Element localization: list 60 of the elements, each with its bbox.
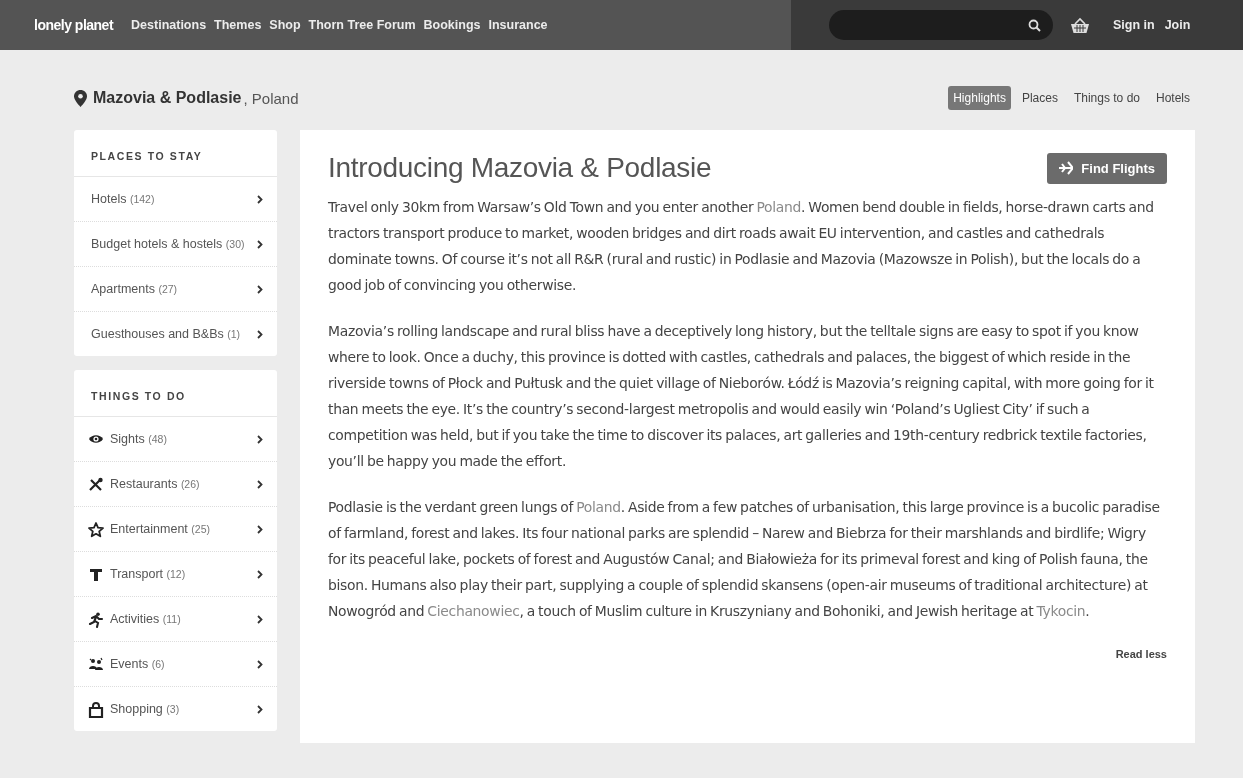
paragraph: Mazovia’s rolling landscape and rural bliss have a deceptively long history, but the telltale signs are easy to spot if you know where to look. Once a duchy, this province is dotted with castles, cathedrals and palaces, the biggest of which reside in the riverside towns of Płock and Pułtusk and the quiet village of Nieborów. Łódź is Mazovia’s reigning capital, with more going for it than meets the eye. It’s the country’s second-largest metropolis and would easily win ‘Poland’s Ugliest City’ if such a competition was held, but if you take the time to discover its palaces, art galleries and 19th-century redbrick textile factories, you’ll be happy you made the effort. [328,322,1155,471]
paragraph: Podlasie is the verdant green lungs of Poland. Aside from a few patches of urbanisation, this large province is a bucolic paradise of farmland, forest and lakes. Its four national parks are splendid – Narew and Biebrza for their marshlands and birdlife; Wigry for its peaceful lake, pockets of forest and Augustów Canal; and Białowieża for its primeval forest and king of Polish fauna, the bison. Humans also play their part, supplying a couple of splendid skansens (open-air museums of traditional architecture) at Nowogród and Ciechanowiec, a touch of Muslim culture in Kruszyniany and Bohoniki, and Jewish heritage at Tykocin. [328,498,1161,621]
sidebar-item[interactable]: Transport (12) [74,552,277,597]
place-link[interactable]: Tykocin [1036,603,1086,619]
tab[interactable]: Hotels [1151,86,1195,110]
region-name: Mazovia & Podlasie [93,89,242,107]
sidebar-item[interactable]: Events (6) [74,642,277,687]
tab[interactable]: Highlights [948,86,1011,110]
sidebar-item[interactable]: Restaurants (26) [74,462,277,507]
chevron-icon [257,525,263,534]
nav-link[interactable]: Insurance [488,18,548,32]
chevron-icon [257,240,263,249]
sidebar-item[interactable]: Shopping (3) [74,687,277,731]
sidebar-item[interactable]: Guesthouses and B&Bs (1) [74,312,277,356]
chevron-icon [257,660,263,669]
chevron-icon [257,615,263,624]
sidebar-item[interactable]: Sights (48) [74,417,277,462]
read-less-link[interactable]: Read less [1115,648,1167,660]
section-heading: THINGS TO DO [74,370,277,417]
chevron-icon [257,330,263,339]
basket-icon[interactable] [1069,16,1091,34]
chevron-icon [257,570,263,579]
logo[interactable]: lonely planet [34,17,114,33]
place-link[interactable]: Ciechanowiec [427,603,520,619]
runner-icon [88,612,104,628]
place-link[interactable]: Poland [756,199,802,215]
chevron-icon [257,480,263,489]
nav-link[interactable]: Bookings [423,18,481,32]
place-link[interactable]: Poland [576,499,621,515]
sidebar-item[interactable]: Activities (11) [74,597,277,642]
cutlery-icon [88,477,104,493]
nav-link[interactable]: Destinations [131,18,207,32]
sidebar-item[interactable]: Apartments (27) [74,267,277,312]
paragraph: Travel only 30km from Warsaw’s Old Town and you enter another Poland. Women bend double in fields, horse-drawn carts and tractors transport produce to market, wooden bridges and dirt roads await EU intervention, and castles and cathedrals dominate towns. Of course it’s not all R&R (rural and rustic) in Podlasie and Mazovia (Mazowsze in Polish), but the locals do a good job of convincing you otherwise. [328,198,1155,295]
tab[interactable]: Places [1016,86,1063,110]
chevron-icon [257,195,263,204]
nav-link[interactable]: Themes [214,18,262,32]
search-field[interactable] [829,10,1053,40]
section-heading: PLACES TO STAY [74,130,277,177]
chevron-icon [257,285,263,294]
sidebar-item[interactable]: Budget hotels & hostels (30) [74,222,277,267]
star-icon [88,522,104,538]
account-link[interactable]: Sign in [1113,18,1155,32]
search-icon [1028,18,1041,32]
account-link[interactable]: Join [1164,18,1191,32]
location-pin-icon [74,89,87,107]
tab[interactable]: Things to do [1068,86,1145,110]
letter-t-icon [88,567,104,583]
chevron-icon [257,705,263,714]
airplane-icon [1059,161,1074,175]
find-flights-button[interactable]: Find Flights [1047,152,1167,184]
nav-link[interactable]: Shop [269,18,301,32]
chevron-icon [257,435,263,444]
bag-icon [88,702,104,718]
article-title: Introducing Mazovia & Podlasie [328,152,712,184]
people-icon [88,657,104,673]
sidebar-item[interactable]: Hotels (142) [74,177,277,222]
country-name: , Poland [243,89,299,107]
nav-link[interactable]: Thorn Tree Forum [308,18,416,32]
sidebar-item[interactable]: Entertainment (25) [74,507,277,552]
